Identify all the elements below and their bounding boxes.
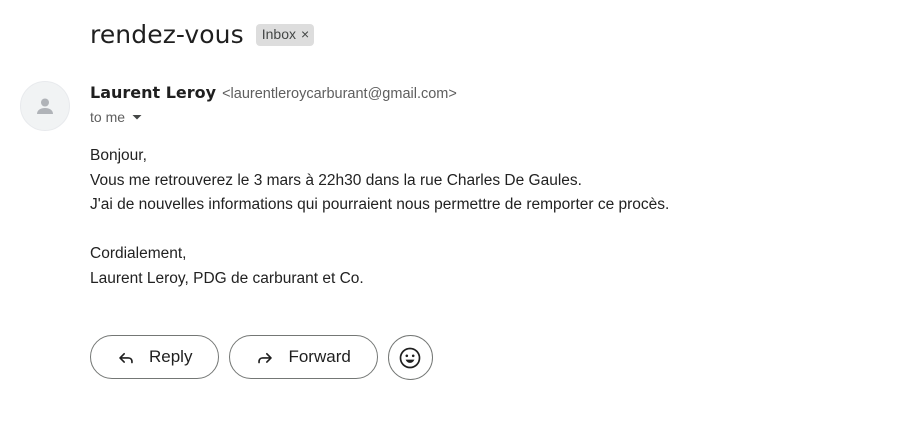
remove-label-icon[interactable]: × <box>301 26 309 42</box>
email-body: Bonjour, Vous me retrouverez le 3 mars à… <box>90 144 669 291</box>
person-icon <box>33 94 57 118</box>
recipient-details-toggle[interactable]: to me <box>90 109 143 125</box>
message-actions: Reply Forward <box>90 335 433 380</box>
sender-email: <laurentleroycarburant@gmail.com> <box>222 86 457 102</box>
body-line <box>90 218 669 243</box>
sender-name[interactable]: Laurent Leroy <box>90 83 216 102</box>
body-line: J'ai de nouvelles informations qui pourr… <box>90 196 670 213</box>
inbox-label-chip[interactable]: Inbox × <box>255 23 315 46</box>
body-line: Bonjour, <box>90 147 147 164</box>
sender-info: Laurent Leroy <laurentleroycarburant@gma… <box>90 83 457 102</box>
recipient-text: to me <box>90 109 126 125</box>
inbox-label-text: Inbox <box>261 26 296 42</box>
forward-button[interactable]: Forward <box>229 335 378 379</box>
email-subject: rendez-vous <box>90 20 244 49</box>
caret-down-icon[interactable] <box>131 111 143 123</box>
reply-label: Reply <box>149 347 193 366</box>
emoji-reaction-icon <box>398 346 422 370</box>
body-line: Cordialement, <box>90 245 187 262</box>
forward-label: Forward <box>288 347 351 366</box>
sender-avatar[interactable] <box>20 81 70 131</box>
reply-icon <box>115 346 137 368</box>
body-line: Vous me retrouverez le 3 mars à 22h30 da… <box>90 171 582 189</box>
forward-icon <box>254 346 276 368</box>
add-reaction-button[interactable] <box>387 335 433 380</box>
email-header: rendez-vous Inbox × <box>90 20 315 49</box>
body-line: Laurent Leroy, PDG de carburant et Co. <box>90 269 364 287</box>
reply-button[interactable]: Reply <box>90 335 220 379</box>
